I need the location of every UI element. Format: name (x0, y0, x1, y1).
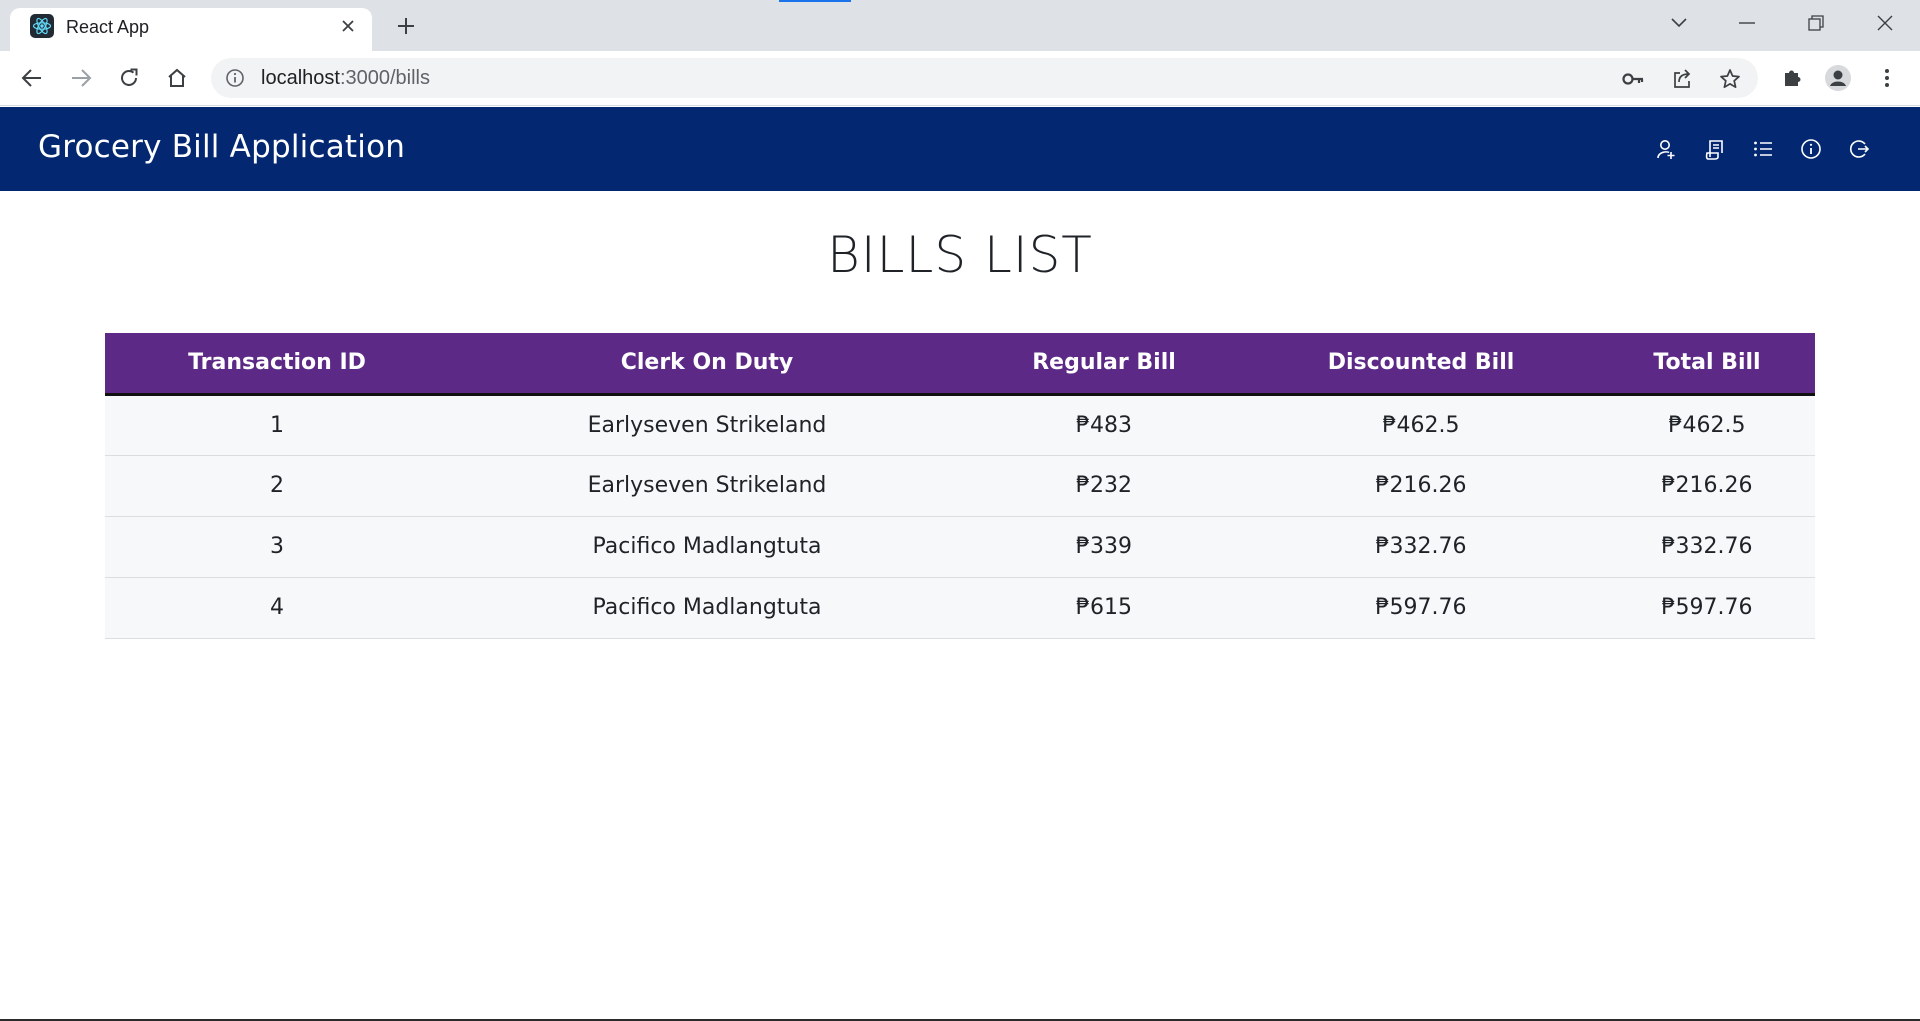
cell-regular-bill: ₱615 (965, 577, 1243, 639)
cell-discounted-bill: ₱332.76 (1243, 516, 1599, 578)
cell-total-bill: ₱332.76 (1599, 516, 1815, 578)
cell-total-bill: ₱216.26 (1599, 455, 1815, 517)
table-row: 3 Pacifico Madlangtuta ₱339 ₱332.76 ₱332… (105, 516, 1815, 578)
restore-icon[interactable] (1793, 6, 1839, 40)
receipt-icon[interactable] (1702, 136, 1728, 162)
cell-regular-bill: ₱232 (965, 455, 1243, 517)
app-brand[interactable]: Grocery Bill Application (38, 129, 405, 165)
bills-table: Transaction ID Clerk On Duty Regular Bil… (105, 333, 1815, 639)
cell-transaction-id: 1 (105, 394, 449, 456)
new-tab-icon[interactable] (392, 12, 420, 40)
cell-regular-bill: ₱339 (965, 516, 1243, 578)
cell-clerk: Earlyseven Strikeland (449, 394, 965, 456)
logout-icon[interactable] (1846, 136, 1872, 162)
address-bar[interactable]: localhost:3000/bills (211, 58, 1758, 98)
header-clerk-on-duty: Clerk On Duty (449, 333, 965, 396)
site-info-icon[interactable] (225, 68, 245, 88)
tab-search-chevron-icon[interactable] (1656, 6, 1702, 40)
browser-tab[interactable]: React App (10, 8, 372, 51)
list-icon[interactable] (1750, 136, 1776, 162)
minimize-icon[interactable] (1724, 6, 1770, 40)
react-logo-icon (30, 14, 54, 38)
header-discounted-bill: Discounted Bill (1243, 333, 1599, 396)
forward-arrow-icon[interactable] (66, 63, 96, 93)
cell-clerk: Pacifico Madlangtuta (449, 516, 965, 578)
cell-total-bill: ₱462.5 (1599, 394, 1815, 456)
table-row: 1 Earlyseven Strikeland ₱483 ₱462.5 ₱462… (105, 394, 1815, 456)
header-transaction-id: Transaction ID (105, 333, 449, 396)
cell-discounted-bill: ₱597.76 (1243, 577, 1599, 639)
tab-close-icon[interactable] (338, 16, 358, 36)
profile-avatar-icon[interactable] (1823, 63, 1853, 93)
cell-transaction-id: 3 (105, 516, 449, 578)
table-row: 4 Pacifico Madlangtuta ₱615 ₱597.76 ₱597… (105, 577, 1815, 639)
info-icon[interactable] (1798, 136, 1824, 162)
table-row: 2 Earlyseven Strikeland ₱232 ₱216.26 ₱21… (105, 455, 1815, 517)
cell-clerk: Earlyseven Strikeland (449, 455, 965, 517)
tab-title: React App (66, 17, 150, 37)
key-icon[interactable] (1621, 67, 1645, 91)
cell-discounted-bill: ₱216.26 (1243, 455, 1599, 517)
cell-discounted-bill: ₱462.5 (1243, 394, 1599, 456)
share-icon[interactable] (1670, 67, 1694, 91)
table-header: Transaction ID Clerk On Duty Regular Bil… (105, 333, 1815, 396)
back-arrow-icon[interactable] (17, 63, 47, 93)
browser-menu-icon[interactable] (1872, 63, 1902, 93)
bookmark-star-icon[interactable] (1718, 67, 1742, 91)
user-add-icon[interactable] (1653, 136, 1679, 162)
home-icon[interactable] (162, 63, 192, 93)
cell-total-bill: ₱597.76 (1599, 577, 1815, 639)
browser-toolbar: localhost:3000/bills (0, 51, 1920, 106)
app-navbar: Grocery Bill Application (0, 107, 1920, 191)
close-window-icon[interactable] (1862, 6, 1908, 40)
table-body: 1 Earlyseven Strikeland ₱483 ₱462.5 ₱462… (105, 394, 1815, 639)
cell-transaction-id: 2 (105, 455, 449, 517)
cell-regular-bill: ₱483 (965, 394, 1243, 456)
header-total-bill: Total Bill (1599, 333, 1815, 396)
url-text: localhost:3000/bills (261, 67, 430, 89)
page-title: BILLS LIST (827, 226, 1093, 284)
loading-indicator (779, 0, 851, 2)
table-header-row: Transaction ID Clerk On Duty Regular Bil… (105, 333, 1815, 396)
header-regular-bill: Regular Bill (965, 333, 1243, 396)
cell-transaction-id: 4 (105, 577, 449, 639)
cell-clerk: Pacifico Madlangtuta (449, 577, 965, 639)
browser-tabstrip: React App (0, 0, 1920, 51)
extensions-puzzle-icon[interactable] (1777, 63, 1807, 93)
reload-icon[interactable] (114, 63, 144, 93)
